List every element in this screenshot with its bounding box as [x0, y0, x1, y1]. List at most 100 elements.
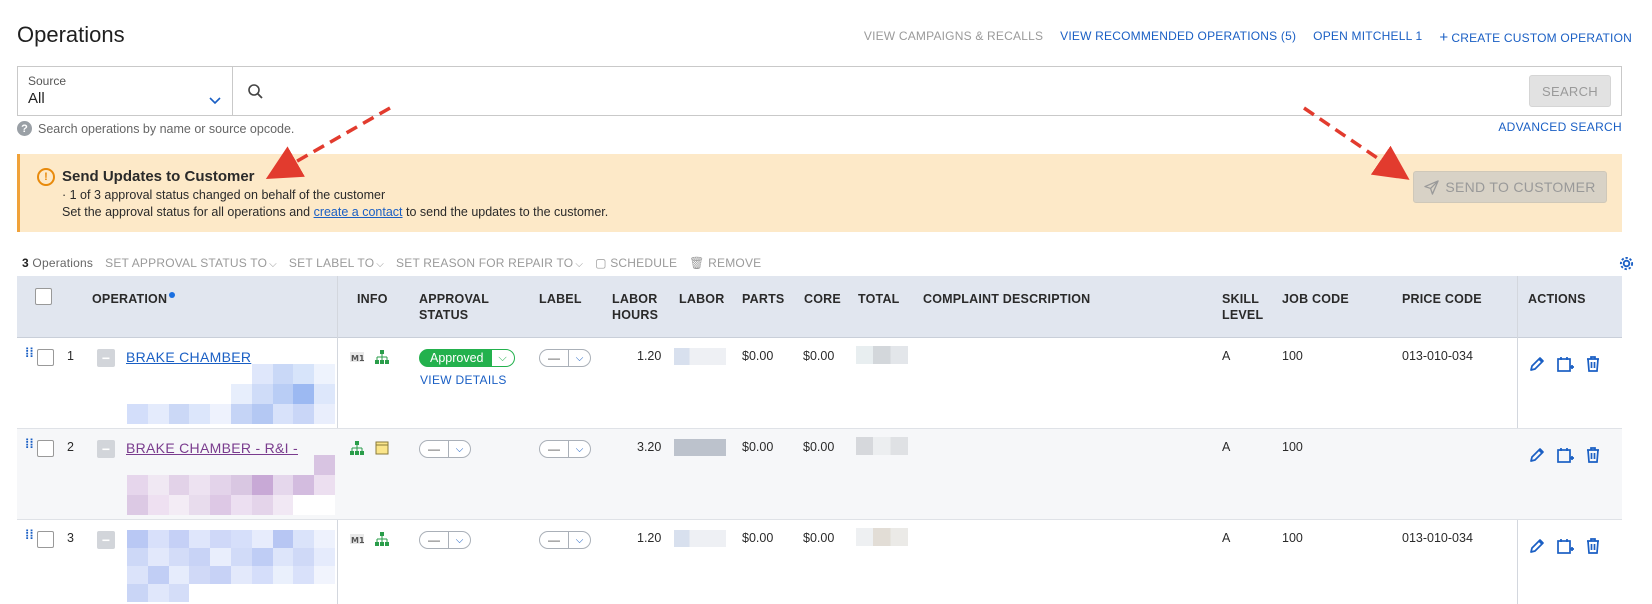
- gear-icon[interactable]: [1619, 256, 1634, 271]
- skill-level: A: [1222, 349, 1231, 363]
- col-actions: ACTIONS: [1528, 292, 1586, 306]
- col-labor-hours-line1: LABOR: [612, 292, 658, 306]
- job-code: 100: [1282, 440, 1303, 454]
- drag-handle-icon[interactable]: ⁞⁞: [25, 437, 34, 455]
- send-icon: [1424, 179, 1440, 195]
- edit-icon[interactable]: [1528, 537, 1546, 555]
- approval-status-select[interactable]: Approved ⌵: [419, 349, 515, 367]
- skill-level: A: [1222, 531, 1231, 545]
- source-label: Source: [28, 74, 67, 88]
- parts-amount: $0.00: [742, 349, 774, 363]
- open-mitchell-link[interactable]: OPEN MITCHELL 1: [1313, 29, 1422, 46]
- advanced-search-link[interactable]: ADVANCED SEARCH: [1498, 120, 1622, 134]
- col-operation[interactable]: OPERATION: [92, 291, 176, 307]
- row-number: 2: [67, 440, 74, 454]
- hierarchy-icon[interactable]: [374, 531, 390, 547]
- approval-status-select[interactable]: — ⌵: [419, 531, 471, 549]
- hierarchy-icon[interactable]: [349, 440, 365, 456]
- schedule-icon[interactable]: [1556, 446, 1574, 464]
- note-icon[interactable]: [374, 440, 390, 456]
- trash-icon: 🗑: [689, 256, 705, 270]
- warning-icon: !: [37, 168, 55, 186]
- label-select[interactable]: — ⌵: [539, 440, 591, 458]
- col-skill-line2: LEVEL: [1222, 308, 1264, 322]
- label-select[interactable]: — ⌵: [539, 531, 591, 549]
- set-approval-status-dropdown[interactable]: SET APPROVAL STATUS TO ⌵: [105, 256, 277, 270]
- send-to-customer-button[interactable]: SEND TO CUSTOMER: [1413, 171, 1607, 203]
- mitchell-icon[interactable]: M1: [349, 531, 365, 547]
- col-skill-line1: SKILL: [1222, 292, 1260, 306]
- col-labor: LABOR: [679, 292, 725, 306]
- search-hint-text: Search operations by name or source opco…: [38, 121, 295, 136]
- set-reason-dropdown[interactable]: SET REASON FOR REPAIR TO ⌵: [396, 256, 583, 270]
- view-campaigns-link[interactable]: VIEW CAMPAIGNS & RECALLS: [864, 29, 1043, 46]
- hierarchy-icon[interactable]: [374, 349, 390, 365]
- row-checkbox[interactable]: [37, 440, 54, 457]
- remove-label: REMOVE: [708, 256, 762, 270]
- row-number: 3: [67, 531, 74, 545]
- approval-status-value: —: [428, 533, 440, 547]
- row-checkbox[interactable]: [37, 349, 54, 366]
- redacted-description: [127, 364, 335, 424]
- approval-status-select[interactable]: — ⌵: [419, 440, 471, 458]
- redacted-total: [856, 346, 908, 364]
- select-all-checkbox[interactable]: [35, 288, 52, 305]
- core-amount: $0.00: [803, 349, 835, 363]
- collapse-icon[interactable]: −: [97, 531, 115, 549]
- col-info: INFO: [357, 292, 388, 306]
- col-core: CORE: [804, 292, 841, 306]
- edit-icon[interactable]: [1528, 446, 1546, 464]
- price-code: 013-010-034: [1402, 349, 1473, 363]
- approval-status-value: —: [428, 442, 440, 456]
- search-input[interactable]: [277, 79, 1511, 105]
- col-job-code: JOB CODE: [1282, 292, 1349, 306]
- create-custom-operation-link[interactable]: + CREATE CUSTOM OPERATION: [1439, 29, 1632, 46]
- schedule-icon[interactable]: [1556, 537, 1574, 555]
- chevron-down-icon: ⌵: [448, 441, 470, 457]
- trash-icon[interactable]: [1584, 355, 1602, 373]
- row-checkbox[interactable]: [37, 531, 54, 548]
- label-select[interactable]: — ⌵: [539, 349, 591, 367]
- operations-count-number: 3: [22, 256, 29, 270]
- col-parts: PARTS: [742, 292, 785, 306]
- redacted-total: [856, 437, 908, 455]
- remove-button[interactable]: 🗑 REMOVE: [689, 256, 761, 270]
- mitchell-icon[interactable]: M1: [349, 349, 365, 365]
- edit-icon[interactable]: [1528, 355, 1546, 373]
- schedule-button[interactable]: ▢ SCHEDULE: [595, 256, 677, 270]
- trash-icon[interactable]: [1584, 446, 1602, 464]
- search-button[interactable]: SEARCH: [1529, 75, 1611, 107]
- drag-handle-icon[interactable]: ⁞⁞: [25, 346, 34, 364]
- alert-status-line: · 1 of 3 approval status changed on beha…: [62, 188, 386, 202]
- core-amount: $0.00: [803, 531, 835, 545]
- operations-count: 3 Operations: [22, 256, 93, 270]
- trash-icon[interactable]: [1584, 537, 1602, 555]
- skill-level: A: [1222, 440, 1231, 454]
- drag-handle-icon[interactable]: ⁞⁞: [25, 528, 34, 546]
- operation-link[interactable]: BRAKE CHAMBER: [126, 349, 251, 365]
- chevron-down-icon: ⌵: [568, 532, 590, 548]
- chevron-down-icon: ⌵: [568, 350, 590, 366]
- col-labor-hours-line2: HOURS: [612, 308, 659, 322]
- schedule-icon[interactable]: [1556, 355, 1574, 373]
- create-custom-operation-label: CREATE CUSTOM OPERATION: [1451, 31, 1632, 45]
- chevron-down-icon: ⌵: [376, 259, 385, 270]
- label-value: —: [548, 533, 560, 547]
- set-label-dropdown[interactable]: SET LABEL TO ⌵: [289, 256, 384, 270]
- view-recommended-link[interactable]: VIEW RECOMMENDED OPERATIONS (5): [1060, 29, 1296, 46]
- view-details-link[interactable]: VIEW DETAILS: [420, 373, 507, 387]
- page-title: Operations: [17, 22, 125, 47]
- alert-instruction-pre: Set the approval status for all operatio…: [62, 205, 311, 219]
- job-code: 100: [1282, 349, 1303, 363]
- operation-link[interactable]: BRAKE CHAMBER - R&I -: [126, 440, 298, 456]
- create-contact-link[interactable]: create a contact: [314, 205, 403, 219]
- schedule-label: SCHEDULE: [610, 256, 678, 270]
- approval-status-value: Approved: [430, 351, 484, 365]
- collapse-icon[interactable]: −: [97, 349, 115, 367]
- header-links: VIEW CAMPAIGNS & RECALLS VIEW RECOMMENDE…: [864, 29, 1632, 46]
- source-select[interactable]: Source All: [18, 67, 233, 115]
- chevron-down-icon: ⌵: [269, 259, 277, 270]
- search-row: Source All SEARCH: [17, 66, 1622, 116]
- collapse-icon[interactable]: −: [97, 440, 115, 458]
- redacted-total: [856, 528, 908, 546]
